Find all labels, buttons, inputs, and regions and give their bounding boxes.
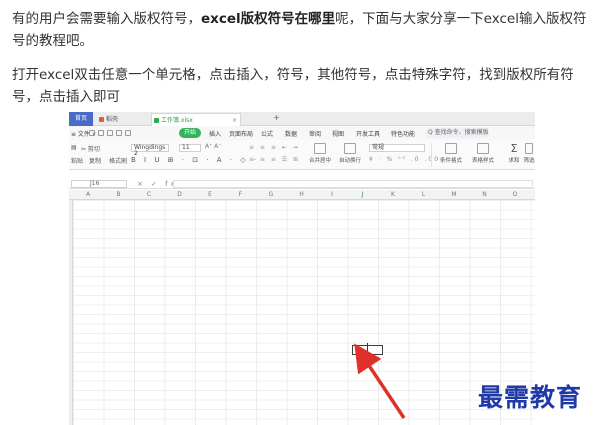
watermark-logo: 最需教育	[478, 383, 583, 412]
annotation-arrow	[354, 343, 406, 419]
annotation-arrow-line	[354, 343, 406, 419]
